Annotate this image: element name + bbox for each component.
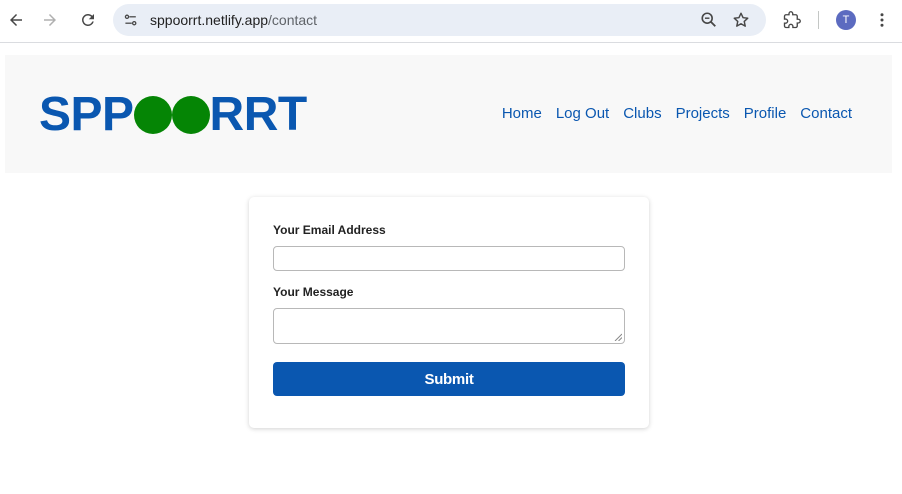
more-vert-icon[interactable] — [870, 8, 894, 32]
email-field[interactable] — [273, 246, 625, 271]
nav-link-contact[interactable]: Contact — [800, 105, 852, 122]
browser-toolbar: sppoorrt.netlify.app/contact T — [0, 0, 902, 43]
logo-ball-icon — [171, 96, 210, 134]
url-path: /contact — [268, 12, 318, 28]
site-header: SPP RRT Home Log Out Clubs Projects Prof… — [5, 55, 892, 173]
nav-link-projects[interactable]: Projects — [676, 105, 730, 122]
message-label: Your Message — [273, 285, 354, 299]
message-field[interactable] — [273, 308, 625, 344]
site-info-icon[interactable] — [121, 10, 141, 30]
resize-handle-icon[interactable] — [614, 333, 622, 341]
back-arrow-icon[interactable] — [4, 8, 28, 32]
url-text[interactable]: sppoorrt.netlify.app/contact — [150, 12, 317, 28]
address-bar[interactable]: sppoorrt.netlify.app/contact — [113, 4, 766, 36]
zoom-icon[interactable] — [699, 10, 719, 30]
url-host: sppoorrt.netlify.app — [150, 12, 269, 28]
main-nav: Home Log Out Clubs Projects Profile Cont… — [488, 105, 852, 122]
reload-icon[interactable] — [76, 8, 100, 32]
nav-link-clubs[interactable]: Clubs — [623, 105, 661, 122]
contact-form-card: Your Email Address Your Message Submit — [249, 197, 649, 428]
site-logo[interactable]: SPP RRT — [39, 91, 307, 139]
logo-text-left: SPP — [39, 88, 134, 141]
forward-arrow-icon[interactable] — [38, 8, 62, 32]
nav-link-home[interactable]: Home — [502, 105, 542, 122]
extensions-icon[interactable] — [780, 8, 804, 32]
avatar[interactable]: T — [836, 10, 856, 30]
nav-link-logout[interactable]: Log Out — [556, 105, 609, 122]
nav-link-profile[interactable]: Profile — [744, 105, 787, 122]
submit-button[interactable]: Submit — [273, 362, 625, 396]
email-label: Your Email Address — [273, 223, 386, 237]
toolbar-divider — [818, 11, 819, 29]
bookmark-star-icon[interactable] — [731, 10, 751, 30]
logo-ball-icon — [133, 96, 172, 134]
logo-text-right: RRT — [209, 88, 308, 141]
